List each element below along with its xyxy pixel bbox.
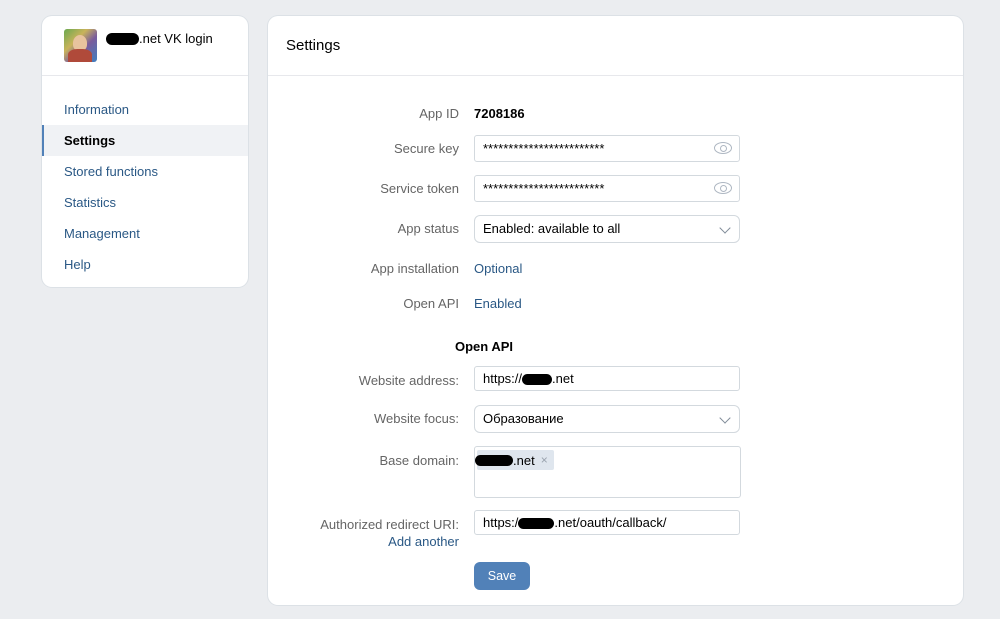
app-installation-link[interactable]: Optional — [474, 261, 522, 276]
eye-icon[interactable] — [714, 142, 732, 154]
chevron-down-icon — [719, 412, 731, 424]
website-focus-select[interactable]: Образование — [474, 405, 740, 433]
app-status-select[interactable]: Enabled: available to all — [474, 215, 740, 243]
open-api-label: Open API — [403, 296, 459, 311]
eye-icon[interactable] — [714, 182, 732, 194]
app-status-label: App status — [397, 221, 459, 236]
redacted-text — [522, 374, 553, 386]
app-avatar — [64, 29, 97, 62]
app-id-value: 7208186 — [474, 106, 525, 121]
redacted-text — [475, 454, 513, 466]
service-token-label: Service token — [380, 181, 459, 196]
sidebar: .net VK login Information Settings Store… — [42, 16, 248, 287]
redirect-uri-input[interactable]: https:/ .net/oauth/callback/ — [474, 510, 740, 535]
close-icon[interactable]: × — [541, 453, 548, 467]
redirect-uri-prefix: https:/ — [483, 515, 519, 530]
website-focus-value: Образование — [483, 411, 564, 426]
website-address-input[interactable]: https:// .net — [474, 366, 740, 391]
website-address-label: Website address: — [358, 373, 459, 388]
app-id-label: App ID — [419, 106, 459, 121]
service-token-value: ************************ — [483, 181, 605, 196]
sidebar-item-management[interactable]: Management — [42, 218, 248, 249]
redirect-uri-suffix: .net/oauth/callback/ — [554, 515, 667, 530]
sidebar-item-information[interactable]: Information — [42, 94, 248, 125]
secure-key-label: Secure key — [393, 141, 459, 156]
redacted-text — [106, 32, 139, 45]
sidebar-item-statistics[interactable]: Statistics — [42, 187, 248, 218]
sidebar-item-stored-functions[interactable]: Stored functions — [42, 156, 248, 187]
service-token-field[interactable]: ************************ — [474, 175, 740, 202]
redirect-uri-label: Authorized redirect URI: — [320, 517, 459, 532]
page-title: Settings — [268, 16, 963, 76]
website-address-suffix: .net — [552, 371, 574, 386]
secure-key-field[interactable]: ************************ — [474, 135, 740, 162]
website-focus-label: Website focus: — [373, 411, 459, 426]
app-title: .net VK login — [106, 31, 213, 46]
website-address-prefix: https:// — [483, 371, 523, 386]
settings-panel: Settings App ID 7208186 Secure key *****… — [268, 16, 963, 605]
sidebar-nav: Information Settings Stored functions St… — [42, 76, 248, 280]
chevron-down-icon — [719, 222, 731, 234]
domain-chip: .net × — [475, 450, 554, 470]
secure-key-value: ************************ — [483, 141, 605, 156]
sidebar-item-settings[interactable]: Settings — [42, 125, 248, 156]
save-button[interactable]: Save — [474, 562, 530, 590]
base-domain-input[interactable]: .net × — [474, 446, 741, 498]
open-api-section-title: Open API — [455, 339, 514, 354]
open-api-link[interactable]: Enabled — [474, 296, 522, 311]
app-status-value: Enabled: available to all — [483, 221, 621, 236]
app-installation-label: App installation — [370, 261, 459, 276]
redacted-text — [518, 518, 555, 530]
app-header: .net VK login — [42, 16, 248, 76]
base-domain-label: Base domain: — [379, 453, 460, 468]
add-another-link[interactable]: Add another — [388, 534, 459, 549]
app-title-text: .net VK login — [139, 31, 213, 46]
domain-chip-text: .net — [513, 452, 535, 468]
sidebar-item-help[interactable]: Help — [42, 249, 248, 280]
